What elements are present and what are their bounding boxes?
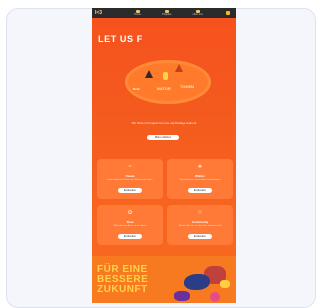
fish-illustration: [184, 274, 210, 290]
tree-icon: [145, 70, 153, 78]
tree-icon: ♣: [198, 164, 202, 170]
tile-text: Pflanze Bäume und schütze Lebensräume: [179, 179, 221, 181]
tile-title: Community: [191, 220, 209, 224]
tile-text: Werde Teil einer wachsenden Gemeinschaft: [178, 225, 222, 227]
logo[interactable]: I<3: [95, 10, 113, 16]
hero-lead-text: Wir fördern Projekte für eine nachhaltig…: [131, 121, 197, 125]
tile-title: Tiere: [126, 220, 134, 224]
people-icon: ☺: [196, 210, 204, 216]
menu-icon: [226, 11, 230, 15]
page-preview: I<3 Home Projekte Über uns LET US F BLUE…: [92, 8, 236, 303]
nav-label: Home: [134, 13, 141, 16]
tile-title: Ozean: [125, 174, 135, 178]
tile-button[interactable]: Entdecken: [188, 188, 212, 193]
tile-text: Unterstütze den Schutz der Meere und Küs…: [107, 179, 153, 181]
nav-item-home[interactable]: Home: [134, 10, 141, 16]
nav-item-about[interactable]: Über uns: [193, 10, 203, 16]
nav-menu: Home Projekte Über uns: [113, 10, 224, 16]
sea-urchin-illustration: [210, 292, 220, 302]
tile-title: Wälder: [194, 174, 205, 178]
fish-fin-illustration: [220, 280, 230, 288]
buoy-icon: [163, 72, 168, 80]
wave-icon: ≈: [128, 164, 132, 170]
top-navbar: I<3 Home Projekte Über uns: [92, 8, 236, 18]
tile-button[interactable]: Entdecken: [188, 234, 212, 239]
feature-tile-animals: ✿ Tiere Hilf bedrohten Arten zu überlebe…: [97, 205, 163, 245]
tile-button[interactable]: Entdecken: [118, 234, 142, 239]
hero-badge: TOKEN: [180, 84, 194, 89]
paw-icon: ✿: [127, 210, 133, 216]
feature-tile-ocean: ≈ Ozean Unterstütze den Schutz der Meere…: [97, 159, 163, 199]
nav-item-projects[interactable]: Projekte: [162, 10, 171, 16]
hero-badge: BLUE: [133, 88, 140, 91]
tile-button[interactable]: Entdecken: [118, 188, 142, 193]
feature-tile-community: ☺ Community Werde Teil einer wachsenden …: [167, 205, 233, 245]
hero-headline: LET US F: [98, 34, 143, 44]
hero-badge: NATUR: [157, 86, 171, 91]
tree-icon: [175, 64, 183, 72]
banner-line: ZUKUNFT: [97, 284, 148, 295]
nav-label: Über uns: [192, 13, 203, 16]
feature-tile-forest: ♣ Wälder Pflanze Bäume und schütze Leben…: [167, 159, 233, 199]
hero-cta-button[interactable]: Mehr erfahren: [147, 135, 179, 140]
hero-illustration: BLUE NATUR TOKEN: [125, 60, 211, 104]
nav-label: Projekte: [162, 13, 172, 16]
coral-illustration: [174, 291, 190, 301]
tile-text: Hilf bedrohten Arten zu überleben: [113, 225, 147, 227]
menu-button[interactable]: [224, 10, 232, 16]
